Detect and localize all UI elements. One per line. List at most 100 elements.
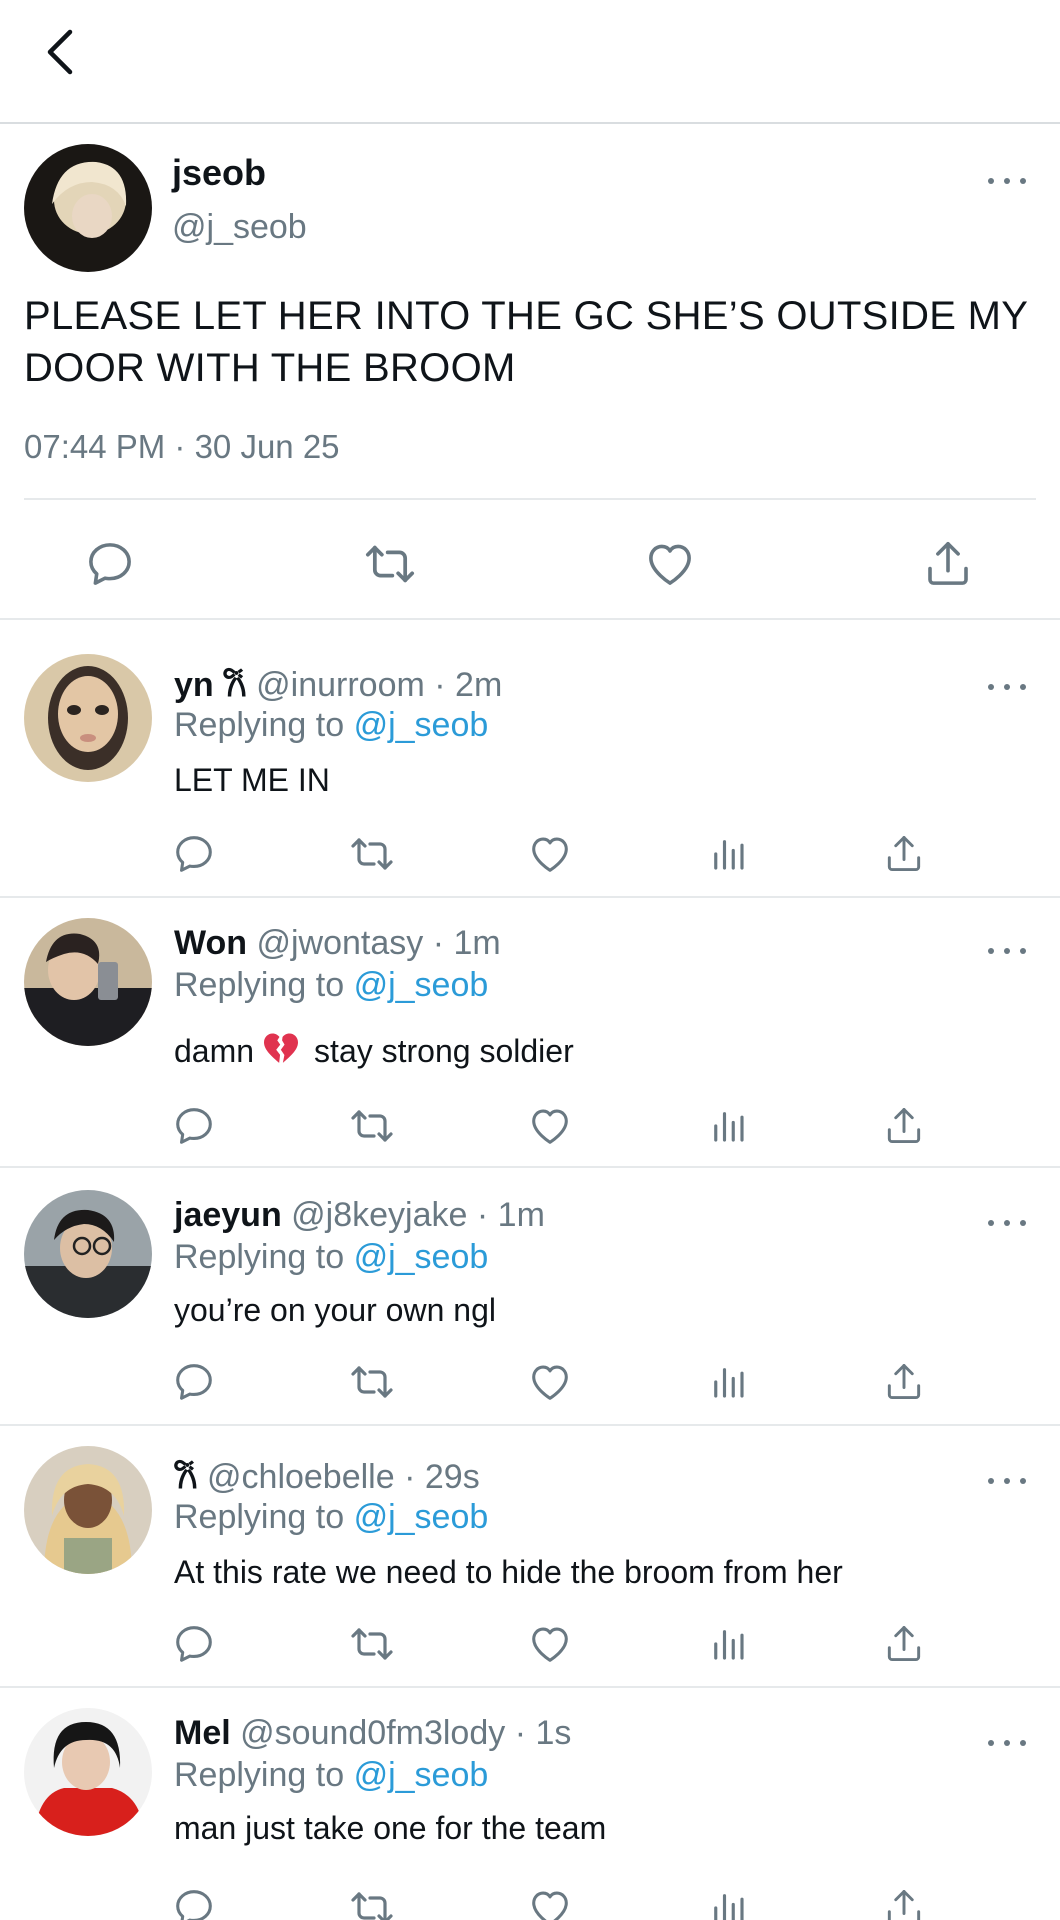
more-dots-icon bbox=[988, 948, 994, 954]
retweet-button[interactable] bbox=[344, 1616, 400, 1672]
reply-author-handle[interactable]: @sound0fm3lody bbox=[240, 1714, 505, 1752]
more-button[interactable] bbox=[982, 1208, 1032, 1238]
author-name[interactable]: jseob bbox=[172, 152, 266, 194]
reply-button[interactable] bbox=[166, 1098, 222, 1154]
more-button[interactable] bbox=[982, 672, 1032, 702]
reply-header: Mel @sound0fm3lody · 1s bbox=[174, 1714, 571, 1753]
reply-button[interactable] bbox=[166, 1354, 222, 1410]
retweet-button[interactable] bbox=[358, 532, 422, 596]
back-button[interactable] bbox=[30, 22, 90, 82]
heart-icon bbox=[643, 537, 697, 591]
reply-author-name[interactable]: jaeyun bbox=[174, 1196, 282, 1234]
share-button[interactable] bbox=[876, 826, 932, 882]
retweet-button[interactable] bbox=[344, 1354, 400, 1410]
heart-icon bbox=[527, 1885, 573, 1920]
replying-to: Replying to @j_seob bbox=[174, 1238, 488, 1277]
avatar[interactable] bbox=[24, 918, 152, 1046]
analytics-button[interactable] bbox=[700, 1880, 756, 1920]
comment-bubble-icon bbox=[171, 1103, 217, 1149]
reply-author-handle[interactable]: @chloebelle bbox=[207, 1458, 395, 1496]
reply-button[interactable] bbox=[166, 1880, 222, 1920]
avatar[interactable] bbox=[24, 1190, 152, 1318]
reply-author-name[interactable]: Won bbox=[174, 924, 247, 962]
retweet-icon bbox=[348, 1884, 396, 1920]
avatar[interactable] bbox=[24, 144, 152, 272]
analytics-button[interactable] bbox=[700, 1616, 756, 1672]
more-button[interactable] bbox=[982, 166, 1032, 196]
retweet-icon bbox=[348, 830, 396, 878]
like-button[interactable] bbox=[522, 1098, 578, 1154]
reply-author-name[interactable]: yn 𐙚 bbox=[174, 666, 247, 704]
analytics-bars-icon bbox=[707, 833, 749, 875]
reply-tweet[interactable]: Won @jwontasy · 1m Replying to @j_seob d… bbox=[0, 898, 1060, 1168]
like-button[interactable] bbox=[522, 1616, 578, 1672]
retweet-icon bbox=[362, 536, 418, 592]
analytics-bars-icon bbox=[707, 1105, 749, 1147]
share-upload-icon bbox=[921, 537, 975, 591]
share-button[interactable] bbox=[916, 532, 980, 596]
replying-to-label: Replying to bbox=[174, 1756, 345, 1794]
reply-tweet[interactable]: 𐙚 @chloebelle · 29s Replying to @j_seob … bbox=[0, 1426, 1060, 1688]
retweet-button[interactable] bbox=[344, 826, 400, 882]
like-button[interactable] bbox=[522, 1354, 578, 1410]
heart-icon bbox=[527, 1621, 573, 1667]
reply-time: · 1m bbox=[432, 924, 501, 962]
replying-to: Replying to @j_seob bbox=[174, 966, 488, 1005]
mention-link[interactable]: @j_seob bbox=[354, 1756, 489, 1794]
analytics-bars-icon bbox=[707, 1361, 749, 1403]
replying-to: Replying to @j_seob bbox=[174, 706, 488, 745]
like-button[interactable] bbox=[522, 1880, 578, 1920]
reply-text: damn stay strong soldier bbox=[174, 1032, 574, 1070]
mention-link[interactable]: @j_seob bbox=[354, 706, 489, 744]
more-dots-icon bbox=[988, 178, 994, 184]
reply-header: yn 𐙚 @inurroom · 2m bbox=[174, 660, 502, 706]
reply-author-name[interactable]: 𐙚 bbox=[174, 1458, 198, 1496]
reply-header: Won @jwontasy · 1m bbox=[174, 924, 501, 963]
mention-link[interactable]: @j_seob bbox=[354, 1498, 489, 1536]
share-upload-icon bbox=[882, 1622, 926, 1666]
reply-tweet[interactable]: Mel @sound0fm3lody · 1s Replying to @j_s… bbox=[0, 1688, 1060, 1920]
analytics-button[interactable] bbox=[700, 1098, 756, 1154]
avatar[interactable] bbox=[24, 1446, 152, 1574]
reply-author-name[interactable]: Mel bbox=[174, 1714, 231, 1752]
reply-text-part: stay strong soldier bbox=[314, 1033, 574, 1069]
reply-header: 𐙚 @chloebelle · 29s bbox=[174, 1452, 480, 1498]
reply-button[interactable] bbox=[166, 826, 222, 882]
more-button[interactable] bbox=[982, 1466, 1032, 1496]
reply-author-handle[interactable]: @j8keyjake bbox=[291, 1196, 467, 1234]
reply-tweet[interactable]: yn 𐙚 @inurroom · 2m Replying to @j_seob … bbox=[0, 620, 1060, 898]
retweet-button[interactable] bbox=[344, 1880, 400, 1920]
divider bbox=[24, 498, 1036, 500]
heart-icon bbox=[527, 1103, 573, 1149]
share-button[interactable] bbox=[876, 1880, 932, 1920]
share-button[interactable] bbox=[876, 1616, 932, 1672]
like-button[interactable] bbox=[522, 826, 578, 882]
heart-icon bbox=[527, 831, 573, 877]
replying-to-label: Replying to bbox=[174, 706, 345, 744]
share-button[interactable] bbox=[876, 1098, 932, 1154]
more-button[interactable] bbox=[982, 936, 1032, 966]
broken-heart-icon bbox=[264, 1033, 299, 1063]
reply-header: jaeyun @j8keyjake · 1m bbox=[174, 1196, 545, 1235]
mention-link[interactable]: @j_seob bbox=[354, 966, 489, 1004]
reply-button[interactable] bbox=[166, 1616, 222, 1672]
retweet-button[interactable] bbox=[344, 1098, 400, 1154]
reply-tweet[interactable]: jaeyun @j8keyjake · 1m Replying to @j_se… bbox=[0, 1168, 1060, 1426]
reply-author-handle[interactable]: @jwontasy bbox=[256, 924, 423, 962]
share-button[interactable] bbox=[876, 1354, 932, 1410]
avatar[interactable] bbox=[24, 654, 152, 782]
mention-link[interactable]: @j_seob bbox=[354, 1238, 489, 1276]
more-button[interactable] bbox=[982, 1728, 1032, 1758]
analytics-button[interactable] bbox=[700, 826, 756, 882]
comment-bubble-icon bbox=[171, 831, 217, 877]
avatar[interactable] bbox=[24, 1708, 152, 1836]
reply-time: · 1m bbox=[476, 1196, 545, 1234]
like-button[interactable] bbox=[638, 532, 702, 596]
reply-author-handle[interactable]: @inurroom bbox=[256, 666, 425, 704]
reply-button[interactable] bbox=[78, 532, 142, 596]
main-tweet: jseob @j_seob PLEASE LET HER INTO THE GC… bbox=[0, 124, 1060, 620]
analytics-button[interactable] bbox=[700, 1354, 756, 1410]
author-handle[interactable]: @j_seob bbox=[172, 208, 307, 247]
tweet-text: PLEASE LET HER INTO THE GC SHE’S OUTSIDE… bbox=[24, 294, 1028, 390]
share-upload-icon bbox=[882, 832, 926, 876]
